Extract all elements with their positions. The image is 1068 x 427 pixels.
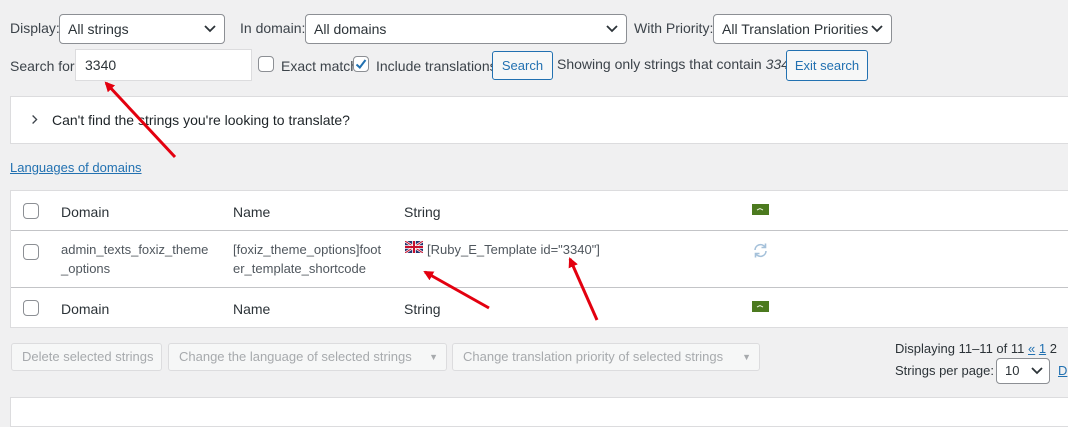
language-flag-icon[interactable] — [752, 204, 769, 215]
search-input[interactable]: 3340 — [75, 49, 252, 81]
name-column-header[interactable]: Name — [233, 204, 270, 220]
include-translations-checkbox[interactable] — [353, 56, 369, 72]
change-language-label: Change the language of selected strings — [179, 349, 412, 364]
search-label: Search for: — [10, 58, 79, 74]
domain-label: In domain: — [240, 20, 306, 36]
exact-match-checkbox[interactable] — [258, 56, 274, 72]
checkmark-icon — [355, 59, 367, 69]
row-string: [Ruby_E_Template id="3340"] — [427, 242, 600, 257]
include-translations-label: Include translations — [376, 58, 497, 74]
string-column-footer[interactable]: String — [404, 301, 441, 317]
name-column-footer[interactable]: Name — [233, 301, 270, 317]
chevron-down-icon: ▼ — [742, 352, 751, 362]
domain-column-header[interactable]: Domain — [61, 204, 109, 220]
table-divider — [11, 287, 1068, 288]
select-all-checkbox-footer[interactable] — [23, 300, 39, 316]
chevron-down-icon — [871, 25, 883, 33]
displaying-count: Displaying 11–11 of 11 — [895, 341, 1025, 356]
domain-select[interactable]: All domains — [305, 14, 627, 44]
priority-label: With Priority: — [634, 20, 714, 36]
delete-selected-button[interactable]: Delete selected strings — [11, 343, 162, 371]
showing-prefix: Showing only strings that contain — [557, 56, 762, 72]
showing-only-text: Showing only strings that contain 3340 — [557, 56, 797, 72]
help-panel[interactable]: Can't find the strings you're looking to… — [10, 96, 1068, 144]
language-flag-icon[interactable] — [752, 301, 769, 312]
display-select[interactable]: All strings — [59, 14, 225, 44]
display-select-value: All strings — [68, 21, 129, 37]
row-name: [foxiz_theme_options]footer_template_sho… — [233, 242, 382, 276]
change-priority-dropdown[interactable]: Change translation priority of selected … — [452, 343, 760, 371]
per-page-value: 10 — [1005, 363, 1020, 378]
row-checkbox[interactable] — [23, 244, 39, 260]
page-1-link[interactable]: 1 — [1039, 341, 1046, 356]
domain-column-footer[interactable]: Domain — [61, 301, 109, 317]
languages-of-domains-link[interactable]: Languages of domains — [10, 160, 142, 175]
per-page-select[interactable]: 10 — [996, 358, 1050, 384]
sync-icon[interactable] — [752, 242, 769, 259]
uk-flag-icon — [405, 241, 423, 253]
display-label: Display: — [10, 20, 60, 36]
exact-match-label: Exact match — [281, 58, 359, 74]
chevron-down-icon — [1031, 367, 1043, 375]
string-column-header[interactable]: String — [404, 204, 441, 220]
strings-table: Domain Name String admin_texts_foxiz_the… — [10, 190, 1068, 328]
prev-page-link[interactable]: « — [1028, 341, 1035, 356]
help-panel-text: Can't find the strings you're looking to… — [52, 112, 350, 128]
exit-search-button[interactable]: Exit search — [786, 50, 868, 81]
select-all-checkbox[interactable] — [23, 203, 39, 219]
change-language-dropdown[interactable]: Change the language of selected strings … — [168, 343, 447, 371]
chevron-down-icon — [204, 25, 216, 33]
priority-select-value: All Translation Priorities — [722, 21, 869, 37]
priority-select[interactable]: All Translation Priorities — [713, 14, 892, 44]
cut-off-link[interactable]: D — [1058, 363, 1067, 378]
change-priority-label: Change translation priority of selected … — [463, 349, 724, 364]
domain-select-value: All domains — [314, 21, 387, 37]
search-button[interactable]: Search — [492, 51, 553, 80]
per-page-label: Strings per page: — [895, 363, 995, 378]
chevron-down-icon — [606, 25, 618, 33]
pagination: Displaying 11–11 of 11 « 1 2 — [895, 341, 1057, 356]
bottom-panel — [10, 397, 1068, 427]
chevron-right-icon — [32, 115, 38, 124]
row-domain: admin_texts_foxiz_theme_options — [61, 242, 209, 276]
page-2-current: 2 — [1049, 341, 1057, 356]
table-divider — [11, 230, 1068, 231]
chevron-down-icon: ▼ — [429, 352, 438, 362]
